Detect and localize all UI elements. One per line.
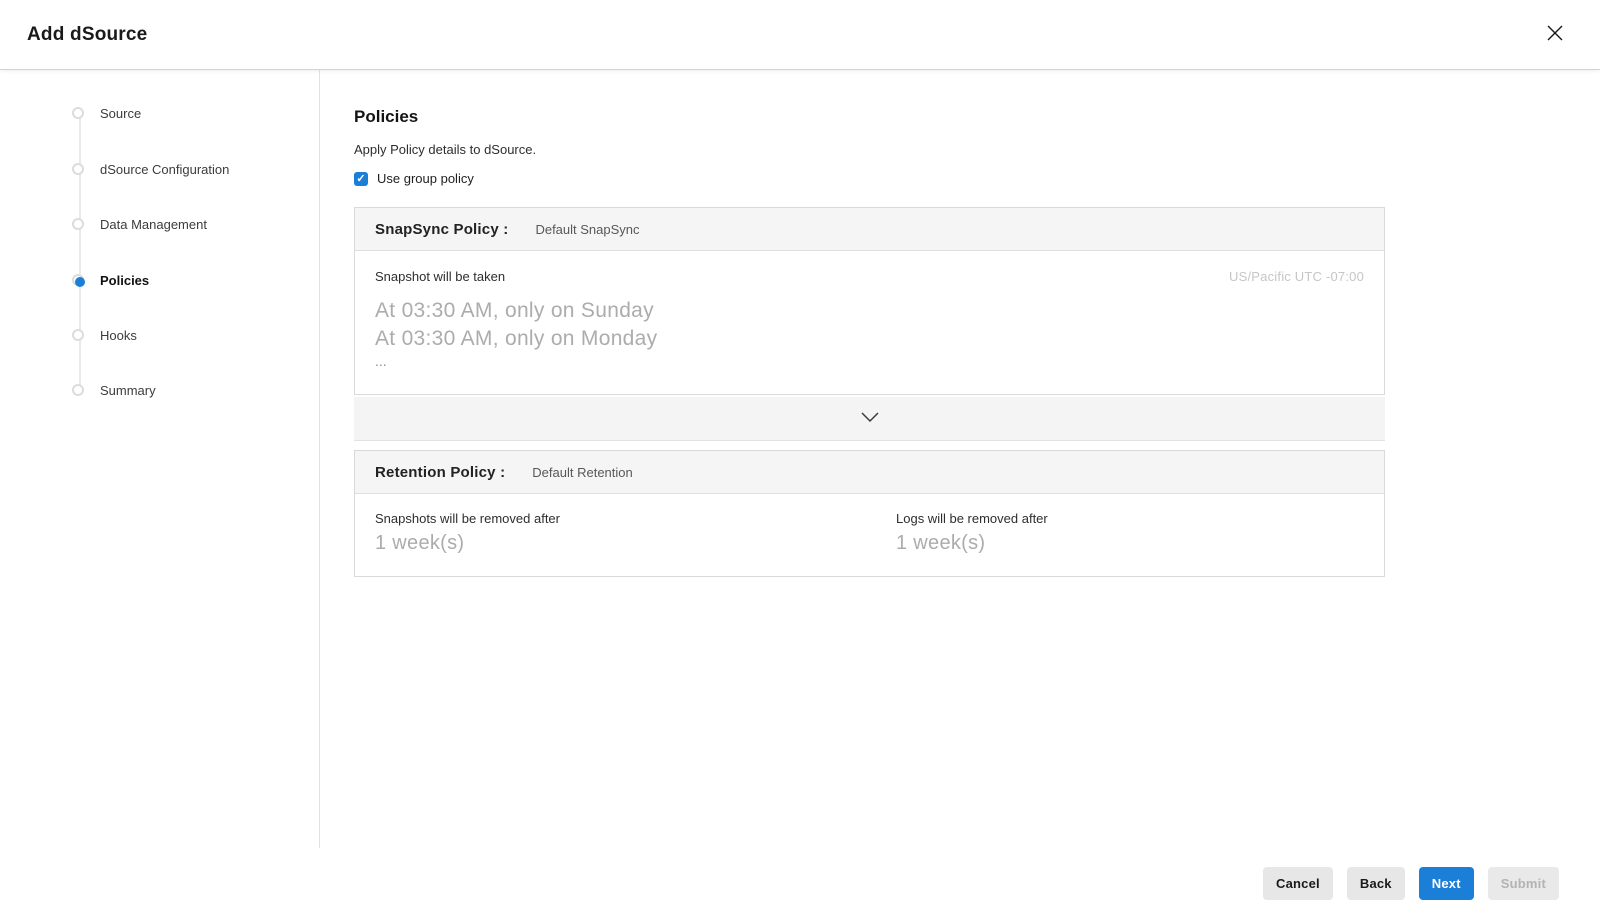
snapshot-schedule-label: Snapshot will be taken [375,269,505,284]
stepper-item-source[interactable]: Source [72,105,141,121]
cancel-button[interactable]: Cancel [1263,867,1333,900]
wizard-footer-actions: Cancel Back Next Submit [1263,867,1559,900]
step-label: Data Management [100,217,207,232]
retention-policy-header: Retention Policy : Default Retention [355,451,1384,494]
dialog-header: Add dSource [0,0,1600,70]
wizard-stepper: Source dSource Configuration Data Manage… [0,70,320,848]
logs-retention-column: Logs will be removed after 1 week(s) [896,511,1048,556]
stepper-item-summary[interactable]: Summary [72,382,156,398]
back-button[interactable]: Back [1347,867,1405,900]
logs-retention-label: Logs will be removed after [896,511,1048,526]
chevron-down-icon [860,410,880,428]
snapsync-policy-title: SnapSync Policy : [375,221,508,238]
page-title: Policies [354,107,1385,127]
step-circle-icon [72,218,84,230]
step-label: Policies [100,273,149,288]
close-button[interactable] [1540,20,1570,50]
schedule-line: At 03:30 AM, only on Sunday [375,297,1364,325]
stepper-connector-line [79,113,81,390]
step-circle-icon [72,107,84,119]
snapshots-retention-value: 1 week(s) [375,530,896,556]
step-label: dSource Configuration [100,162,229,177]
stepper-item-dsource-configuration[interactable]: dSource Configuration [72,161,229,177]
use-group-policy-label: Use group policy [377,171,474,186]
step-label: Source [100,106,141,121]
submit-button[interactable]: Submit [1488,867,1559,900]
snapsync-policy-header: SnapSync Policy : Default SnapSync [355,208,1384,251]
snapshots-retention-label: Snapshots will be removed after [375,511,896,526]
checkbox-checked-icon[interactable]: ✓ [354,172,368,186]
stepper-item-hooks[interactable]: Hooks [72,327,137,343]
logs-retention-value: 1 week(s) [896,530,1048,556]
step-circle-icon [72,163,84,175]
snapsync-policy-value: Default SnapSync [535,222,639,237]
use-group-policy-row[interactable]: ✓ Use group policy [354,171,474,186]
next-button[interactable]: Next [1419,867,1474,900]
close-icon [1545,23,1565,46]
retention-policy-title: Retention Policy : [375,464,505,481]
policies-panel: Policies Apply Policy details to dSource… [320,70,1385,850]
snapsync-expander-bar[interactable] [354,397,1385,441]
step-label: Summary [100,383,156,398]
step-circle-icon [72,329,84,341]
schedule-line: At 03:30 AM, only on Monday [375,325,1364,353]
retention-policy-body: Snapshots will be removed after 1 week(s… [355,494,1384,576]
step-active-circle-icon [72,274,84,286]
page-subtitle: Apply Policy details to dSource. [354,142,1385,157]
schedule-ellipsis: ... [375,353,1364,370]
snapsync-policy-box: SnapSync Policy : Default SnapSync Snaps… [354,207,1385,395]
dialog-body: Source dSource Configuration Data Manage… [0,70,1600,850]
stepper-item-data-management[interactable]: Data Management [72,216,207,232]
step-circle-icon [72,384,84,396]
retention-policy-box: Retention Policy : Default Retention Sna… [354,450,1385,577]
retention-policy-value: Default Retention [532,465,632,480]
dialog-title: Add dSource [27,24,147,46]
step-label: Hooks [100,328,137,343]
snapshots-retention-column: Snapshots will be removed after 1 week(s… [375,511,896,556]
stepper-item-policies[interactable]: Policies [72,272,149,288]
timezone-label: US/Pacific UTC -07:00 [1229,269,1364,284]
snapsync-policy-body: Snapshot will be taken US/Pacific UTC -0… [355,251,1384,394]
